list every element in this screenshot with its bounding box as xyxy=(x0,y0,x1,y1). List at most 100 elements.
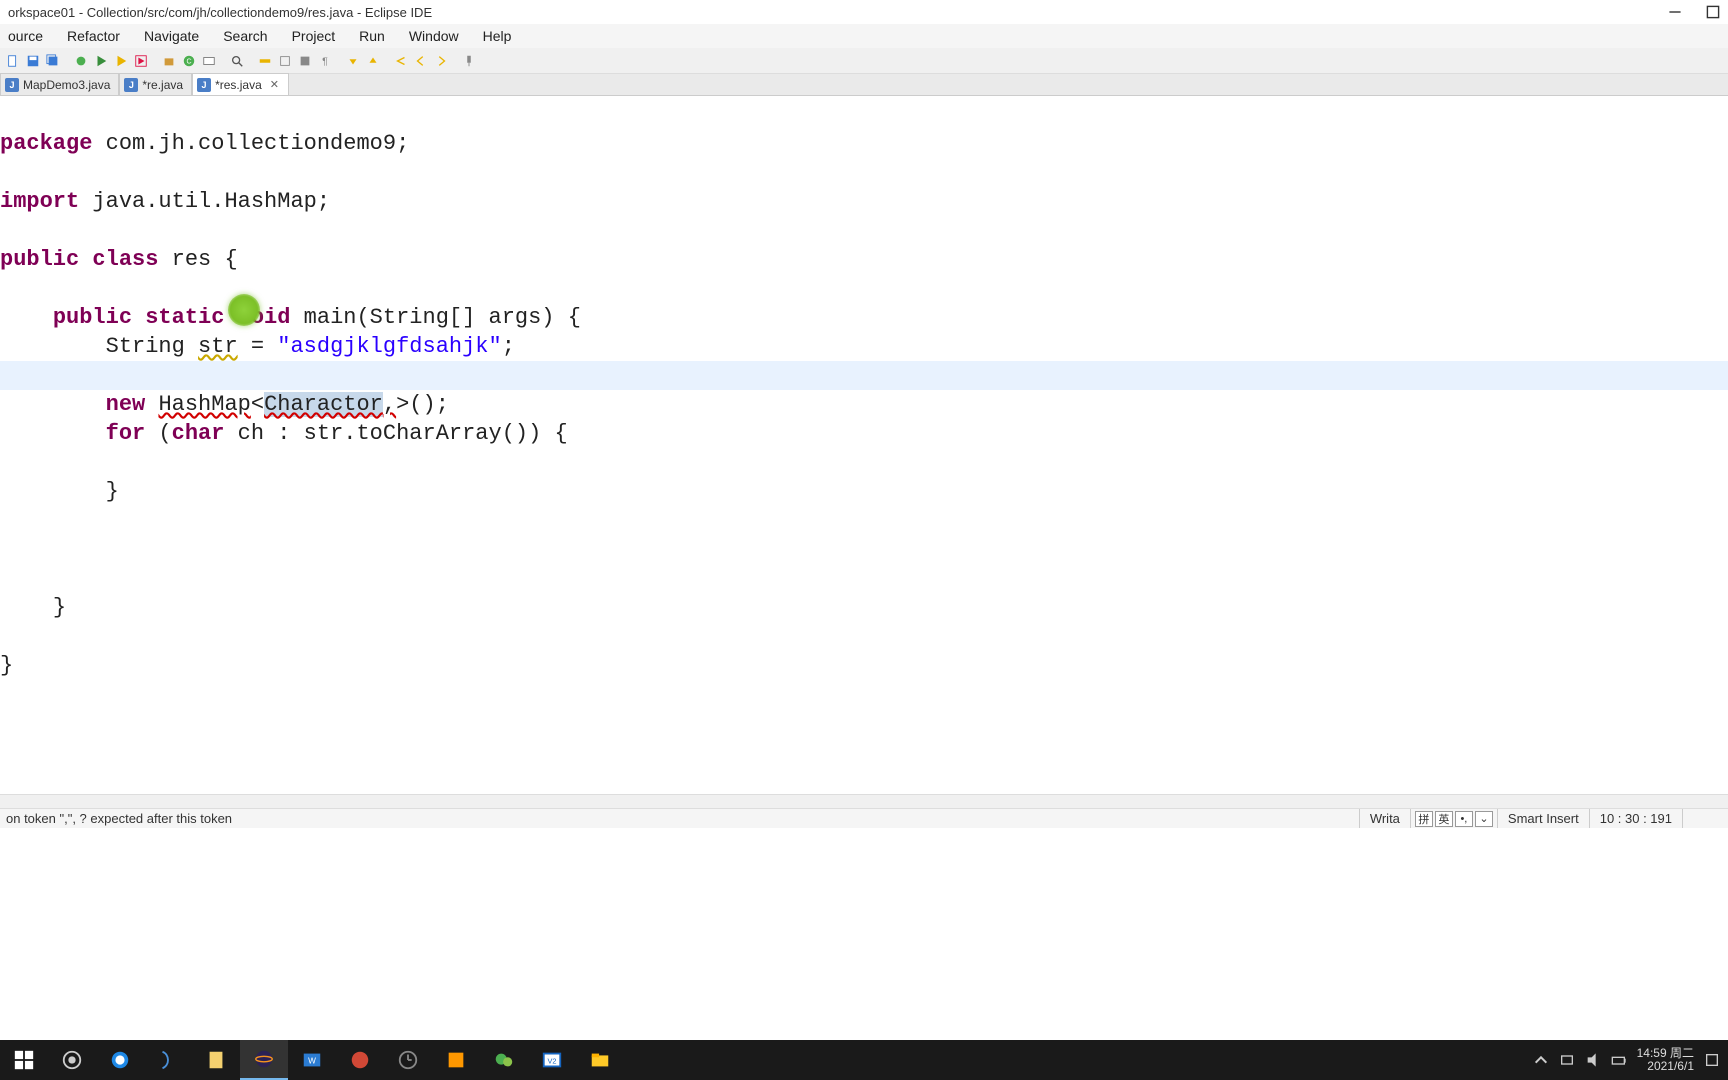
ime-cell: 拼 xyxy=(1415,811,1433,827)
last-edit-icon[interactable] xyxy=(392,52,410,70)
java-file-icon: J xyxy=(5,78,19,92)
ext-tools-icon[interactable] xyxy=(132,52,150,70)
java-file-icon: J xyxy=(197,78,211,92)
menu-project[interactable]: Project xyxy=(288,26,340,46)
toggle-block-selection-icon[interactable] xyxy=(296,52,314,70)
next-annotation-icon[interactable] xyxy=(344,52,362,70)
tray-network-icon[interactable] xyxy=(1559,1052,1575,1068)
code-text: ; xyxy=(436,392,449,417)
status-writable: Writa xyxy=(1359,809,1410,828)
tab-res[interactable]: J *res.java ✕ xyxy=(192,73,289,95)
tray-date: 2021/6/1 xyxy=(1637,1060,1694,1073)
cursor-highlight-marker xyxy=(228,294,260,326)
prev-annotation-icon[interactable] xyxy=(364,52,382,70)
toggle-breadcrumb-icon[interactable] xyxy=(256,52,274,70)
menu-refactor[interactable]: Refactor xyxy=(63,26,124,46)
run-icon[interactable] xyxy=(92,52,110,70)
menu-window[interactable]: Window xyxy=(405,26,463,46)
window-controls xyxy=(1668,5,1720,19)
open-type-icon[interactable] xyxy=(200,52,218,70)
java-file-icon: J xyxy=(124,78,138,92)
menu-help[interactable]: Help xyxy=(479,26,516,46)
tray-notification-icon[interactable] xyxy=(1704,1052,1720,1068)
code-text: } xyxy=(106,479,119,504)
keyword-new: new xyxy=(106,392,146,417)
tray-clock[interactable]: 14:59 周二 2021/6/1 xyxy=(1637,1047,1694,1073)
ime-cell: ⌄ xyxy=(1475,811,1493,827)
taskbar-app-player[interactable] xyxy=(144,1040,192,1080)
code-text: >() xyxy=(396,392,436,417)
taskbar-app-notes[interactable] xyxy=(192,1040,240,1080)
svg-text:C: C xyxy=(186,58,191,65)
forward-icon[interactable] xyxy=(432,52,450,70)
keyword-for: for xyxy=(106,421,146,446)
code-text: String xyxy=(106,334,198,359)
taskbar-app-wechat[interactable] xyxy=(480,1040,528,1080)
window-title: orkspace01 - Collection/src/com/jh/colle… xyxy=(8,5,1668,20)
code-text: res { xyxy=(158,247,237,272)
code-content[interactable]: package com.jh.collectiondemo9; import j… xyxy=(0,96,1728,684)
tab-re[interactable]: J *re.java xyxy=(119,73,192,95)
taskbar-app-clock[interactable] xyxy=(384,1040,432,1080)
show-whitespace-icon[interactable]: ¶ xyxy=(316,52,334,70)
code-text xyxy=(145,392,158,417)
menu-source[interactable]: ource xyxy=(4,26,47,46)
coverage-icon[interactable] xyxy=(112,52,130,70)
taskbar-app-browser[interactable] xyxy=(96,1040,144,1080)
tray-chevron-up-icon[interactable] xyxy=(1533,1052,1549,1068)
ime-indicator[interactable]: 拼 英 •, ⌄ xyxy=(1410,809,1497,828)
type-charactor: Charactor xyxy=(264,392,383,417)
taskbar-app-eclipse[interactable] xyxy=(240,1040,288,1080)
menu-bar: ource Refactor Navigate Search Project R… xyxy=(0,24,1728,48)
code-editor[interactable]: package com.jh.collectiondemo9; import j… xyxy=(0,96,1728,796)
keyword-static: static xyxy=(145,305,224,330)
taskbar: W V2 14:59 周二 2021/6/1 xyxy=(0,1040,1728,1080)
keyword-public: public xyxy=(53,305,132,330)
ime-cell: 英 xyxy=(1435,811,1453,827)
window-title-bar: orkspace01 - Collection/src/com/jh/colle… xyxy=(0,0,1728,24)
keyword-class: class xyxy=(92,247,158,272)
keyword-char: char xyxy=(172,421,225,446)
menu-navigate[interactable]: Navigate xyxy=(140,26,203,46)
code-text: main(String[] args) { xyxy=(290,305,580,330)
pin-editor-icon[interactable] xyxy=(460,52,478,70)
code-text: ch : str.toCharArray()) { xyxy=(224,421,567,446)
taskbar-app-vnc[interactable]: V2 xyxy=(528,1040,576,1080)
taskbar-app-explorer[interactable] xyxy=(576,1040,624,1080)
code-text: com.jh.collectiondemo9; xyxy=(92,131,409,156)
back-icon[interactable] xyxy=(412,52,430,70)
taskbar-app-security[interactable] xyxy=(336,1040,384,1080)
type-hashmap: HashMap xyxy=(158,392,250,417)
minimize-button[interactable] xyxy=(1668,5,1682,19)
tray-battery-icon[interactable] xyxy=(1611,1052,1627,1068)
code-text: < xyxy=(251,392,264,417)
maximize-button[interactable] xyxy=(1706,5,1720,19)
save-all-icon[interactable] xyxy=(44,52,62,70)
toolbar: C ¶ xyxy=(0,48,1728,74)
code-text: = xyxy=(238,334,278,359)
status-error-message: on token ",", ? expected after this toke… xyxy=(6,811,1359,826)
tray-volume-icon[interactable] xyxy=(1585,1052,1601,1068)
code-text: } xyxy=(0,653,13,678)
taskbar-app-sublime[interactable] xyxy=(432,1040,480,1080)
new-package-icon[interactable] xyxy=(160,52,178,70)
save-icon[interactable] xyxy=(24,52,42,70)
tab-mapdemo3[interactable]: J MapDemo3.java xyxy=(0,73,119,95)
svg-text:W: W xyxy=(308,1057,316,1066)
new-class-icon[interactable]: C xyxy=(180,52,198,70)
toggle-mark-occurrences-icon[interactable] xyxy=(276,52,294,70)
taskbar-app-obs[interactable] xyxy=(48,1040,96,1080)
start-button[interactable] xyxy=(0,1040,48,1080)
code-text: ( xyxy=(145,421,171,446)
search-icon[interactable] xyxy=(228,52,246,70)
keyword-import: import xyxy=(0,189,79,214)
ime-cell: •, xyxy=(1455,811,1473,827)
taskbar-app-wps[interactable]: W xyxy=(288,1040,336,1080)
horizontal-scrollbar[interactable] xyxy=(0,794,1728,808)
debug-icon[interactable] xyxy=(72,52,90,70)
new-icon[interactable] xyxy=(4,52,22,70)
close-icon[interactable]: ✕ xyxy=(270,78,280,91)
menu-run[interactable]: Run xyxy=(355,26,389,46)
code-text: ; xyxy=(502,334,515,359)
menu-search[interactable]: Search xyxy=(219,26,271,46)
